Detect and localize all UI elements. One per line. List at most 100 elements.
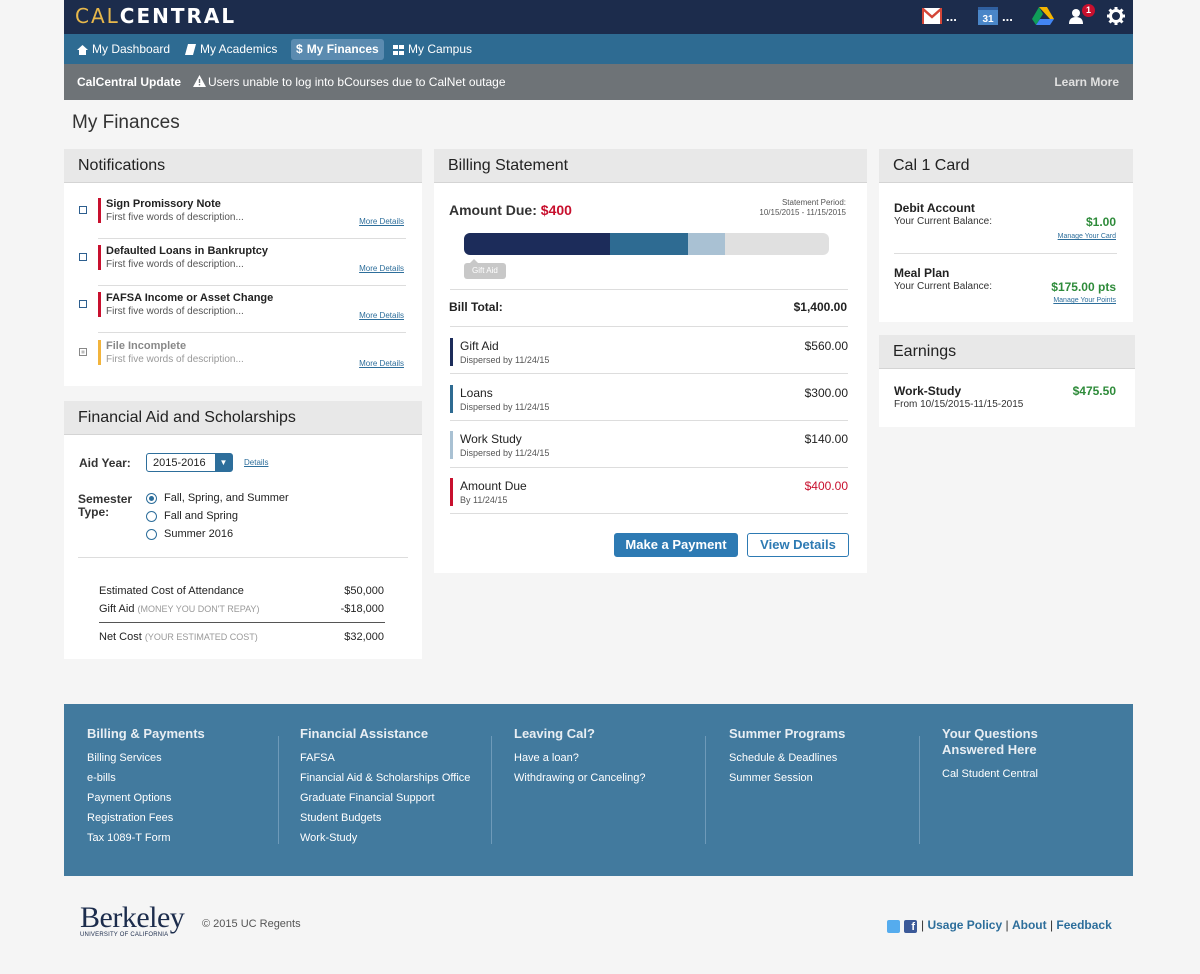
- footer-link[interactable]: Work-Study: [300, 832, 490, 845]
- priority-bar: [98, 292, 101, 317]
- progress-segment[interactable]: [610, 233, 689, 255]
- nav-my-dashboard[interactable]: My Dashboard: [72, 39, 175, 60]
- gmail-button[interactable]: ...: [922, 6, 957, 26]
- footer-link[interactable]: Withdrawing or Canceling?: [514, 772, 694, 785]
- notification-item[interactable]: FAFSA Income or Asset Change First five …: [64, 278, 420, 325]
- nav-my-finances[interactable]: $ My Finances: [291, 39, 384, 60]
- radio[interactable]: [146, 511, 157, 522]
- main-nav: My Dashboard My Academics $ My Finances …: [64, 34, 1133, 64]
- bill-row-name: Gift Aid: [460, 339, 499, 353]
- profile-button[interactable]: 1: [1067, 4, 1095, 26]
- notifications-card: Notifications Sign Promissory Note First…: [64, 149, 422, 386]
- twitter-icon[interactable]: [887, 920, 900, 933]
- footer-link[interactable]: FAFSA: [300, 752, 490, 765]
- learn-more-link[interactable]: Learn More: [1054, 75, 1119, 89]
- bill-row-value: $560.00: [804, 339, 848, 353]
- financial-aid-card: Financial Aid and Scholarships Aid Year:…: [64, 401, 422, 659]
- aid-details-link[interactable]: Details: [244, 458, 268, 467]
- progress-segment[interactable]: [688, 233, 725, 255]
- more-details-link[interactable]: More Details: [359, 311, 404, 320]
- aid-year-label: Aid Year:: [79, 456, 131, 470]
- footer-separator: [705, 736, 706, 844]
- book-icon: [185, 44, 196, 55]
- footer-link[interactable]: Billing Services: [87, 752, 267, 765]
- nav-label: My Finances: [306, 42, 379, 56]
- notification-item[interactable]: File Incomplete First five words of desc…: [64, 326, 420, 373]
- more-details-link[interactable]: More Details: [359, 217, 404, 226]
- gear-icon: [1107, 7, 1125, 25]
- footer-link[interactable]: Cal Student Central: [942, 768, 1072, 781]
- bill-row-name: Loans: [460, 386, 493, 400]
- berkeley-logo[interactable]: Berkeley UNIVERSITY OF CALIFORNIA: [80, 903, 190, 939]
- notification-checkbox-checked[interactable]: [79, 348, 87, 356]
- cost-of-attendance-label: Estimated Cost of Attendance: [99, 585, 244, 597]
- drive-button[interactable]: [1032, 6, 1054, 26]
- footer-link[interactable]: Registration Fees: [87, 812, 267, 825]
- radio[interactable]: [146, 529, 157, 540]
- footer-link[interactable]: Have a loan?: [514, 752, 694, 765]
- mail-icon: [922, 8, 942, 24]
- footer-link[interactable]: Financial Aid & Scholarships Office: [300, 772, 490, 785]
- footer: Billing & Payments Billing Services e-bi…: [64, 704, 1133, 876]
- bill-row-name: Amount Due: [460, 479, 527, 493]
- footer-link[interactable]: Payment Options: [87, 792, 267, 805]
- gift-aid-label: Gift Aid: [99, 603, 135, 615]
- calcentral-logo[interactable]: CALCENTRAL: [75, 5, 236, 27]
- notification-title: Defaulted Loans in Bankruptcy: [106, 245, 268, 257]
- statement-period-label: Statement Period:: [781, 198, 846, 207]
- facebook-icon[interactable]: f: [904, 920, 917, 933]
- bill-row-sub: Dispersed by 11/24/15: [460, 448, 550, 458]
- category-bar: [450, 338, 453, 366]
- footer-col-leaving-cal: Leaving Cal? Have a loan? Withdrawing or…: [514, 726, 694, 792]
- more-details-link[interactable]: More Details: [359, 359, 404, 368]
- bill-row-gift-aid: Gift Aid Dispersed by 11/24/15 $560.00: [450, 329, 848, 376]
- top-header: CALCENTRAL ... 31 ... 1: [64, 0, 1133, 34]
- aid-year-select[interactable]: 2015-2016 ▼: [146, 453, 233, 472]
- footer-link[interactable]: e-bills: [87, 772, 267, 785]
- more-details-link[interactable]: More Details: [359, 264, 404, 273]
- footer-link[interactable]: Schedule & Deadlines: [729, 752, 909, 765]
- calendar-button[interactable]: 31 ...: [978, 6, 1013, 26]
- bill-row-amount-due: Amount Due By 11/24/15 $400.00: [450, 469, 848, 516]
- notification-desc: First five words of description...: [106, 306, 244, 317]
- earnings-name: Work-Study: [894, 384, 962, 398]
- calendar-icon: 31: [978, 7, 998, 25]
- view-details-button[interactable]: View Details: [747, 533, 849, 557]
- notification-checkbox[interactable]: [79, 300, 87, 308]
- notification-item[interactable]: Sign Promissory Note First five words of…: [64, 184, 420, 231]
- notification-checkbox[interactable]: [79, 253, 87, 261]
- meal-balance-label: Your Current Balance:: [894, 281, 993, 292]
- radio-selected[interactable]: [146, 493, 157, 504]
- usage-policy-link[interactable]: Usage Policy: [927, 918, 1002, 932]
- notification-item[interactable]: Defaulted Loans in Bankruptcy First five…: [64, 231, 420, 278]
- footer-link[interactable]: Summer Session: [729, 772, 909, 785]
- feedback-link[interactable]: Feedback: [1056, 918, 1111, 932]
- bill-row-sub: Dispersed by 11/24/15: [460, 355, 550, 365]
- footer-link[interactable]: Student Budgets: [300, 812, 490, 825]
- bill-row-name: Work Study: [460, 432, 522, 446]
- statement-period: Statement Period: 10/15/2015 - 11/15/201…: [759, 198, 846, 218]
- footer-separator: [919, 736, 920, 844]
- nav-my-campus[interactable]: My Campus: [388, 39, 477, 60]
- footer-col-financial-assistance: Financial Assistance FAFSA Financial Aid…: [300, 726, 490, 852]
- bill-total-value: $1,400.00: [793, 300, 847, 314]
- footer-col-questions: Your Questions Answered Here Cal Student…: [942, 726, 1072, 788]
- logo-central-text: CENTRAL: [119, 4, 237, 28]
- settings-button[interactable]: [1107, 6, 1125, 26]
- divider: [894, 253, 1117, 254]
- footer-link[interactable]: Graduate Financial Support: [300, 792, 490, 805]
- manage-points-link[interactable]: Manage Your Points: [1053, 297, 1116, 304]
- notification-checkbox[interactable]: [79, 206, 87, 214]
- amount-due-value: $400: [540, 202, 572, 218]
- footer-link[interactable]: Tax 1089-T Form: [87, 832, 267, 845]
- make-payment-button[interactable]: Make a Payment: [614, 533, 738, 557]
- bill-row-value: $400.00: [804, 479, 848, 493]
- nav-my-academics[interactable]: My Academics: [180, 39, 282, 60]
- semester-type-label: Semester Type:: [78, 492, 133, 519]
- manage-card-link[interactable]: Manage Your Card: [1058, 233, 1116, 240]
- net-cost-line: Net Cost (YOUR ESTIMATED COST): [99, 631, 258, 643]
- home-icon: [77, 44, 88, 55]
- sum-divider: [99, 622, 385, 623]
- about-link[interactable]: About: [1012, 918, 1047, 932]
- progress-segment[interactable]: [464, 233, 610, 255]
